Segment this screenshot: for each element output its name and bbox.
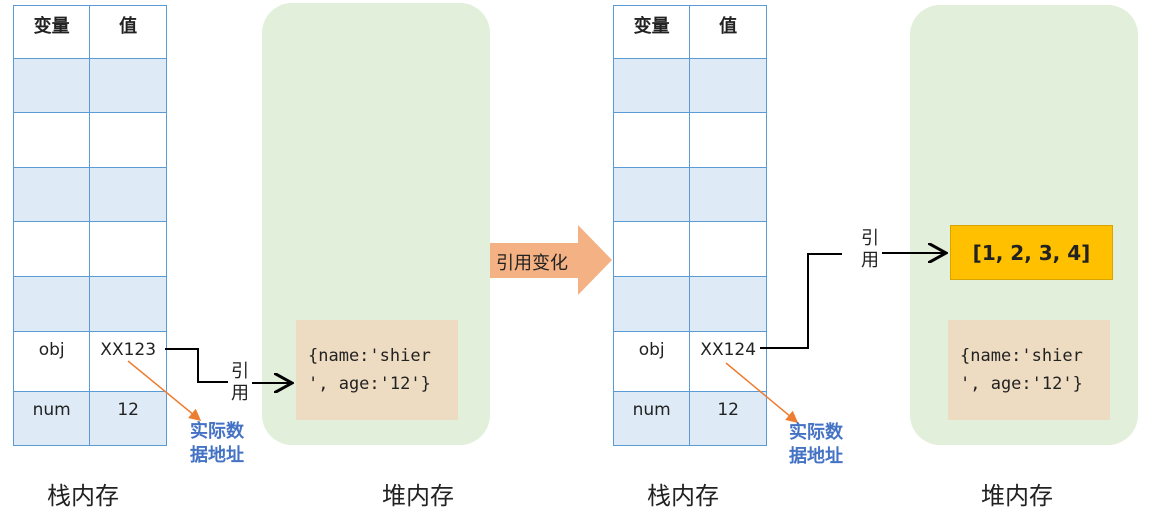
reference-line-after (760, 253, 842, 349)
note-line: 据地址 (190, 445, 244, 466)
reference-label-before: 引用 (231, 361, 251, 405)
reference-label-after: 引用 (861, 228, 881, 272)
diagram: 变量值 obj XX123 num 12 变量值 obj XX124 num 12 {n… (0, 0, 1149, 514)
note-line: 实际数 (789, 422, 843, 443)
heap-caption-before: 堆内存 (382, 482, 454, 510)
reference-line-before (165, 348, 228, 383)
connectors (127, 225, 1149, 423)
note-line: 实际数 (190, 421, 244, 442)
label-char: 用 (231, 383, 249, 404)
address-note-before: 实际数 据地址 (190, 420, 244, 468)
transition-label: 引用变化 (496, 253, 568, 274)
address-pointer-after (725, 362, 799, 423)
address-note-after: 实际数 据地址 (789, 421, 843, 469)
stack-caption-before: 栈内存 (47, 482, 119, 510)
heap-caption-after: 堆内存 (981, 482, 1053, 510)
note-line: 据地址 (789, 446, 843, 467)
stack-caption-after: 栈内存 (647, 482, 719, 510)
label-char: 引 (861, 228, 879, 249)
label-char: 引 (231, 361, 249, 382)
address-pointer-before (127, 360, 202, 421)
label-char: 用 (861, 250, 879, 271)
